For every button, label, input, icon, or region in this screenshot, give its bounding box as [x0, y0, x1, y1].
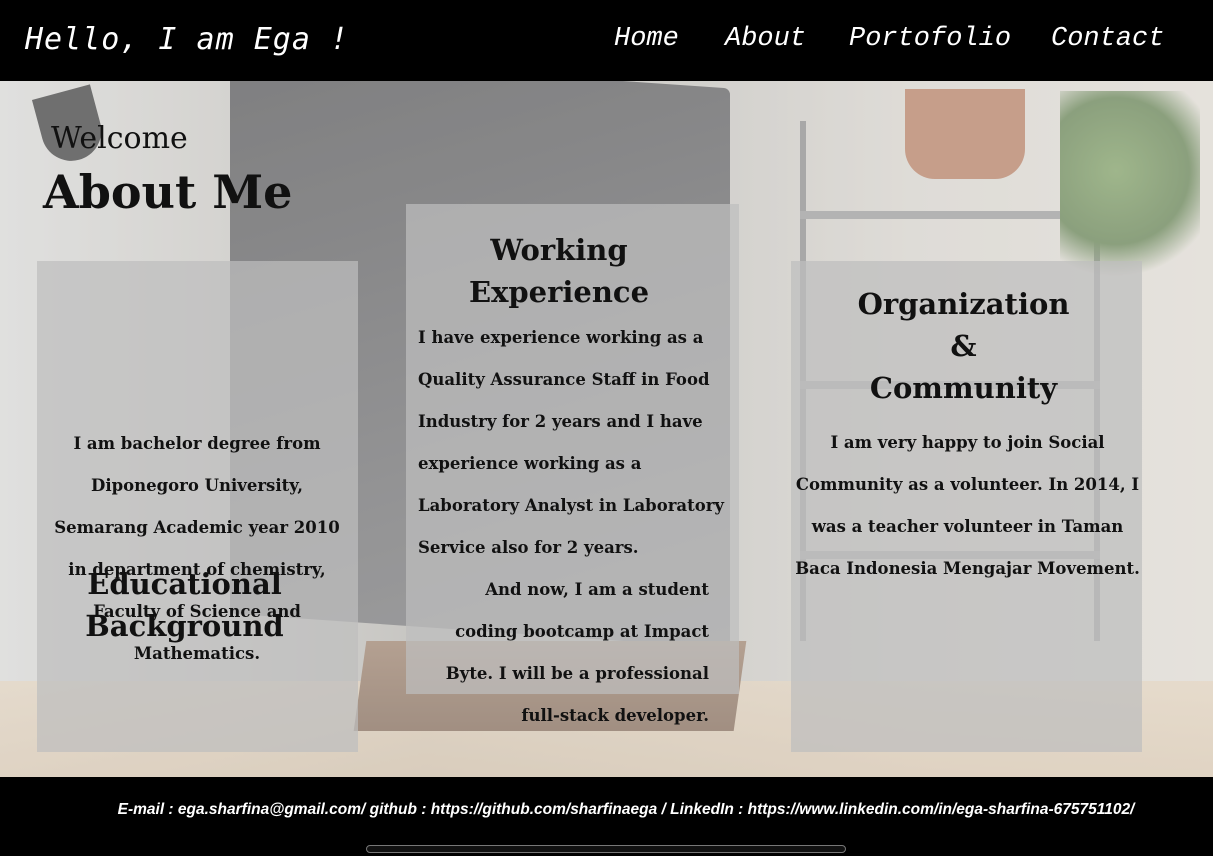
footer-contact-info: E-mail : ega.sharfina@gmail.com/ github … — [117, 801, 1135, 818]
organization-card: Organization & Community I am very happy… — [791, 261, 1142, 752]
work-title-line: Experience — [468, 275, 650, 309]
welcome-text: Welcome — [51, 121, 188, 156]
work-text: I have experience working as a Quality A… — [418, 317, 733, 737]
organization-title-line: Organization — [857, 287, 1070, 321]
nav-about-link[interactable]: About — [725, 24, 806, 54]
horizontal-scrollbar[interactable] — [366, 845, 846, 853]
nav-home-link[interactable]: Home — [614, 24, 679, 54]
work-title: Working Experience — [406, 229, 712, 313]
education-card: Educational Background I am bachelor deg… — [37, 261, 358, 752]
education-text: I am bachelor degree from Diponegoro Uni… — [54, 434, 340, 663]
nav-portofolio-link[interactable]: Portofolio — [849, 24, 1011, 54]
footer: E-mail : ega.sharfina@gmail.com/ github … — [0, 777, 1213, 856]
work-experience-card: Working Experience I have experience wor… — [406, 204, 739, 725]
organization-title-line: Community — [869, 371, 1058, 405]
organization-title: Organization & Community — [791, 283, 1136, 409]
work-text-paragraph: I have experience working as a Quality A… — [418, 328, 725, 557]
work-title-line: Working — [490, 233, 628, 267]
work-text-paragraph: And now, I am a student coding bootcamp … — [445, 580, 709, 725]
nav-contact-link[interactable]: Contact — [1051, 24, 1164, 54]
site-brand[interactable]: Hello, I am Ega ! — [25, 22, 349, 57]
organization-text: I am very happy to join Social Community… — [795, 433, 1140, 578]
page-title: About Me — [43, 165, 293, 219]
top-navbar: Hello, I am Ega ! Home About Portofolio … — [0, 0, 1213, 81]
organization-title-line: & — [950, 329, 977, 363]
